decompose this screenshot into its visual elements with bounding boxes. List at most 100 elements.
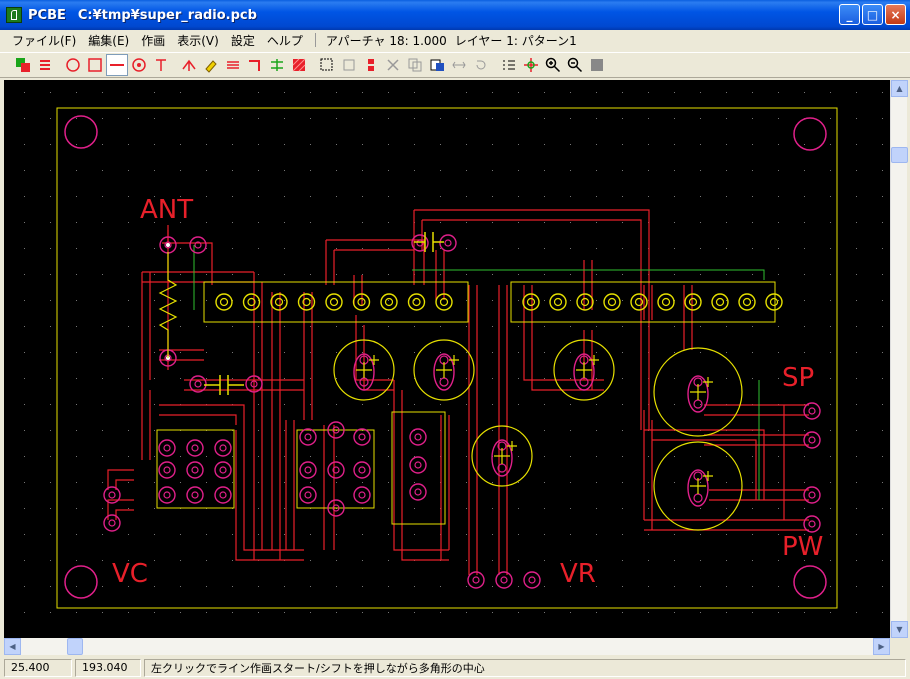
pad xyxy=(214,461,232,479)
cut-icon[interactable] xyxy=(382,54,404,76)
zoom-in-icon[interactable] xyxy=(542,54,564,76)
junction-icon[interactable] xyxy=(178,54,200,76)
pad xyxy=(242,293,261,311)
rectangle-icon[interactable] xyxy=(84,54,106,76)
corner-icon[interactable] xyxy=(244,54,266,76)
pad xyxy=(325,293,343,311)
status-x-coord: 25.400 xyxy=(4,658,72,677)
paste-icon[interactable] xyxy=(426,54,448,76)
bus-icon[interactable] xyxy=(222,54,244,76)
toolbar xyxy=(0,52,910,78)
pad xyxy=(738,293,756,311)
label-pw: PW xyxy=(782,532,823,562)
status-message: 左クリックでライン作画スタート/シフトを押しながら多角形の中心 xyxy=(144,658,906,677)
stretch-icon[interactable] xyxy=(448,54,470,76)
pad xyxy=(299,428,317,446)
pad xyxy=(765,293,783,311)
scroll-left-icon[interactable]: ◀ xyxy=(4,638,21,655)
menu-help[interactable]: ヘルプ xyxy=(261,32,309,49)
scroll-up-icon[interactable]: ▲ xyxy=(891,80,908,97)
minimize-button[interactable]: _ xyxy=(839,4,860,25)
eraser-icon[interactable] xyxy=(200,54,222,76)
pad xyxy=(186,461,204,479)
pad xyxy=(189,236,207,254)
line-icon[interactable] xyxy=(106,54,128,76)
label-sp: SP xyxy=(782,363,814,393)
pad xyxy=(523,571,541,589)
pad xyxy=(803,431,821,449)
pad xyxy=(158,486,176,504)
label-ant: ANT xyxy=(140,195,193,225)
pad xyxy=(299,461,317,479)
split-icon[interactable] xyxy=(266,54,288,76)
menu-view[interactable]: 表示(V) xyxy=(171,32,225,49)
status-y-coord: 193.040 xyxy=(75,658,141,677)
text-icon[interactable] xyxy=(150,54,172,76)
pad-icon[interactable] xyxy=(128,54,150,76)
close-button[interactable]: × xyxy=(885,4,906,25)
pad xyxy=(549,293,567,311)
copy-icon[interactable] xyxy=(404,54,426,76)
pad xyxy=(353,428,371,446)
layers-icon[interactable] xyxy=(12,54,34,76)
menu-draw[interactable]: 作画 xyxy=(135,32,171,49)
coil-footprint-1 xyxy=(156,429,235,509)
align-icon[interactable] xyxy=(360,54,382,76)
maximize-button[interactable]: □ xyxy=(862,4,883,25)
resistor-symbol xyxy=(158,252,178,358)
capacitor-symbols xyxy=(204,232,444,395)
menu-bar: ファイル(F) 編集(E) 作画 表示(V) 設定 ヘルプ アパーチャ 18: … xyxy=(0,30,910,50)
zoom-out-icon[interactable] xyxy=(564,54,586,76)
pad xyxy=(603,293,621,311)
move-icon[interactable] xyxy=(338,54,360,76)
vertical-scroll-thumb[interactable] xyxy=(891,147,908,163)
fill-icon[interactable] xyxy=(288,54,310,76)
pad xyxy=(103,514,121,532)
pad xyxy=(215,293,233,311)
grid-dots xyxy=(24,92,883,613)
pad xyxy=(214,439,232,457)
grid-icon[interactable] xyxy=(586,54,608,76)
pad xyxy=(803,402,821,420)
pad xyxy=(380,293,398,311)
pad xyxy=(439,234,457,252)
circle-icon[interactable] xyxy=(62,54,84,76)
pad xyxy=(657,293,675,311)
pad xyxy=(409,483,427,501)
pad xyxy=(353,486,371,504)
app-name: PCBE xyxy=(28,7,66,23)
vertical-scrollbar[interactable]: ▲ ▼ xyxy=(890,80,908,638)
menu-settings[interactable]: 設定 xyxy=(225,32,261,49)
pad xyxy=(186,486,204,504)
select-icon[interactable] xyxy=(316,54,338,76)
pad xyxy=(711,293,729,311)
pad xyxy=(409,456,427,474)
pad xyxy=(353,461,371,479)
pad xyxy=(214,486,232,504)
pad xyxy=(270,293,288,311)
layer-info: レイヤー 1: パターン1 xyxy=(454,33,577,48)
crosshair-icon[interactable] xyxy=(520,54,542,76)
menu-edit[interactable]: 編集(E) xyxy=(82,32,135,49)
dots-icon[interactable] xyxy=(498,54,520,76)
pad xyxy=(327,461,345,479)
status-bar: 25.400 193.040 左クリックでライン作画スタート/シフトを押しながら… xyxy=(0,656,910,679)
scroll-down-icon[interactable]: ▼ xyxy=(891,621,908,638)
pcb-canvas[interactable]: ANT SP PW VC VR xyxy=(4,80,890,638)
pad xyxy=(186,439,204,457)
layer-switch-icon[interactable] xyxy=(34,54,56,76)
aperture-info: アパーチャ 18: 1.000 xyxy=(325,33,447,48)
menu-file[interactable]: ファイル(F) xyxy=(6,32,82,49)
pad xyxy=(495,571,513,589)
coil-footprint-2 xyxy=(296,429,375,509)
label-vr: VR xyxy=(560,559,596,589)
label-vc: VC xyxy=(112,559,148,589)
pad xyxy=(407,293,426,311)
pad xyxy=(803,515,821,533)
horizontal-scroll-thumb[interactable] xyxy=(67,638,83,655)
pad xyxy=(158,439,176,457)
app-icon xyxy=(6,7,22,23)
scroll-right-icon[interactable]: ▶ xyxy=(873,638,890,655)
undo-icon[interactable] xyxy=(470,54,492,76)
horizontal-scrollbar[interactable]: ◀ ▶ xyxy=(4,638,890,655)
